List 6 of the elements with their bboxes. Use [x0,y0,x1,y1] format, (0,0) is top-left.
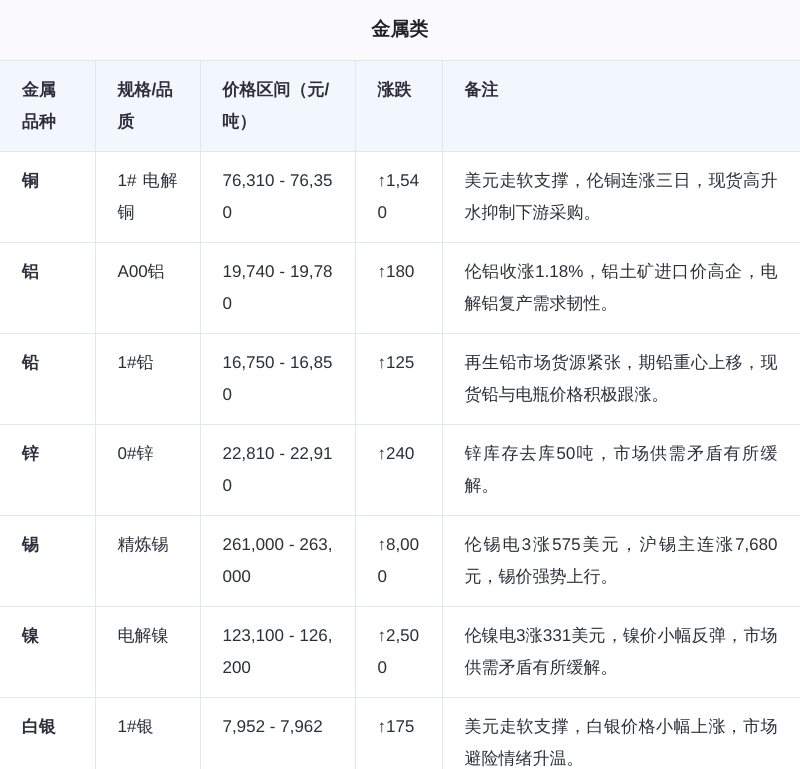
table-cell: 7,952 - 7,962 [200,698,355,769]
table-cell: 美元走软支撑，白银价格小幅上涨，市场避险情绪升温。 [442,698,800,769]
table-cell: 1#银 [95,698,200,769]
table-title: 金属类 [0,0,800,60]
table-cell: 白银 [0,698,95,769]
table-cell: ↑175 [355,698,442,769]
